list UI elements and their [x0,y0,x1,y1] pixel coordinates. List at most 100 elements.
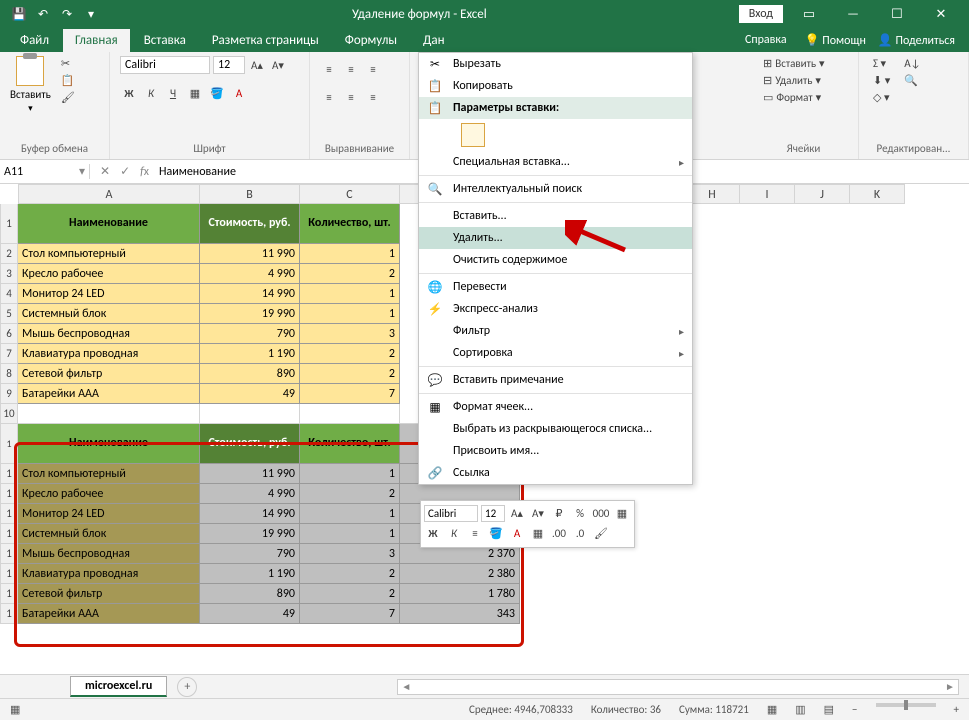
hdr-name[interactable]: Наименование [18,204,200,244]
col-head[interactable]: I [740,184,795,204]
formula-bar-value[interactable]: Наименование [159,165,236,179]
accept-icon[interactable]: ✓ [120,164,130,179]
tab-data[interactable]: Дан [411,29,457,52]
align-mid-icon[interactable]: ≡ [342,60,360,78]
mini-borders-icon[interactable]: ▦ [529,524,547,542]
copy-icon[interactable]: 📋 [57,73,79,88]
font-size-input[interactable] [213,56,245,74]
fx-icon[interactable]: fx [140,165,149,179]
ctx-paste-button[interactable] [419,119,692,151]
ctx-cut[interactable]: ✂Вырезать [419,53,692,75]
ctx-insert-comment[interactable]: 💬Вставить примечание [419,369,692,391]
add-sheet-button[interactable]: + [177,677,197,697]
mini-comma-icon[interactable]: 000 [592,504,610,522]
cells-format-button[interactable]: ▭ Формат ▾ [759,90,829,105]
ctx-filter[interactable]: Фильтр [419,320,692,342]
shrink-font-icon[interactable]: A▾ [269,56,287,74]
row-head[interactable]: 1 [0,204,18,244]
align-left-icon[interactable]: ≡ [320,88,338,106]
autosum-icon[interactable]: Σ ▾ [869,56,894,71]
redo-icon[interactable]: ↷ [58,5,76,23]
mini-bold[interactable]: Ж [424,524,442,542]
ctx-sort[interactable]: Сортировка [419,342,692,364]
undo-icon[interactable]: ↶ [34,5,52,23]
cancel-icon[interactable]: ✕ [100,164,110,179]
col-head[interactable]: B [200,184,300,204]
paste-dropdown-icon[interactable]: ▾ [28,103,33,114]
login-button[interactable]: Вход [739,5,783,23]
col-head[interactable]: J [795,184,850,204]
view-normal-icon[interactable]: ▦ [767,703,777,716]
ctx-format-cells[interactable]: ▦Формат ячеек... [419,396,692,418]
borders-icon[interactable]: ▦ [186,84,204,102]
save-icon[interactable]: 💾 [10,5,28,23]
qat-dropdown-icon[interactable]: ▾ [82,5,100,23]
scroll-left-icon[interactable]: ◄ [398,680,414,693]
find-icon[interactable]: 🔍 [900,73,924,88]
mini-italic[interactable]: К [445,524,463,542]
zoom-in-icon[interactable]: + [954,703,959,716]
horizontal-scrollbar[interactable]: ◄ ► [397,679,959,695]
col-head[interactable]: A [18,184,200,204]
view-pagebreak-icon[interactable]: ▤ [824,703,834,716]
mini-font-color-icon[interactable]: A [508,524,526,542]
ctx-delete[interactable]: Удалить... [419,227,692,249]
share-button[interactable]: 👤 Поделиться [878,33,955,48]
mini-align-icon[interactable]: ≡ [466,524,484,542]
ctx-copy[interactable]: 📋Копировать [419,75,692,97]
mini-currency-icon[interactable]: ₽ [550,504,568,522]
view-layout-icon[interactable]: ▥ [795,703,805,716]
zoom-slider[interactable] [876,703,936,707]
ctx-smart-lookup[interactable]: 🔍Интеллектуальный поиск [419,178,692,200]
sheet-tab-active[interactable]: microexcel.ru [70,676,167,697]
clear-icon[interactable]: ◇ ▾ [869,90,894,105]
cut-icon[interactable]: ✂ [57,56,79,71]
mini-cond-format-icon[interactable]: ▦ [613,504,631,522]
mini-font-size[interactable] [481,505,505,522]
tab-layout[interactable]: Разметка страницы [200,29,331,52]
close-icon[interactable]: ✕ [923,7,959,22]
col-head[interactable]: K [850,184,905,204]
col-head[interactable]: C [300,184,400,204]
grow-font-icon[interactable]: A▴ [248,56,266,74]
bold-button[interactable]: Ж [120,84,138,102]
ctx-paste-special[interactable]: Специальная вставка... [419,151,692,173]
ctx-pick-from-list[interactable]: Выбрать из раскрывающегося списка... [419,418,692,440]
zoom-out-icon[interactable]: − [852,703,857,716]
font-name-input[interactable] [120,56,210,74]
mini-dec-decimal-icon[interactable]: .0 [571,524,589,542]
mini-grow-font-icon[interactable]: A▴ [508,504,526,522]
macro-icon[interactable]: ▦ [10,703,20,716]
mini-font-name[interactable] [424,505,478,522]
align-right-icon[interactable]: ≡ [364,88,382,106]
cells-delete-button[interactable]: ⊟ Удалить ▾ [759,73,829,88]
font-color-icon[interactable]: A [230,84,248,102]
fill-icon[interactable]: ⬇ ▾ [869,73,894,88]
name-box[interactable]: A11▾ [0,164,90,179]
italic-button[interactable]: К [142,84,160,102]
hdr-cost[interactable]: Стоимость, руб. [200,204,300,244]
align-bot-icon[interactable]: ≡ [364,60,382,78]
ribbon-options-icon[interactable]: ▭ [791,7,827,22]
ctx-hyperlink[interactable]: 🔗Ссылка [419,462,692,484]
tab-help[interactable]: Справка [739,29,793,51]
underline-button[interactable]: Ч [164,84,182,102]
sort-filter-icon[interactable]: A↓ [900,56,924,71]
tab-insert[interactable]: Вставка [132,29,198,52]
mini-format-painter-icon[interactable]: 🖌 [592,524,610,542]
align-top-icon[interactable]: ≡ [320,60,338,78]
tab-home[interactable]: Главная [63,29,130,52]
ctx-clear[interactable]: Очистить содержимое [419,249,692,271]
mini-inc-decimal-icon[interactable]: .00 [550,524,568,542]
scroll-right-icon[interactable]: ► [942,680,958,693]
format-painter-icon[interactable]: 🖌 [57,90,79,105]
paste-button[interactable]: Вставить ▾ [10,56,51,114]
namebox-dropdown-icon[interactable]: ▾ [79,164,85,179]
tell-me-icon[interactable]: 💡 Помощн [805,33,866,48]
mini-fill-color-icon[interactable]: 🪣 [487,524,505,542]
mini-percent-icon[interactable]: % [571,504,589,522]
cells-insert-button[interactable]: ⊞ Вставить ▾ [759,56,829,71]
ctx-translate[interactable]: 🌐Перевести [419,276,692,298]
hdr-qty[interactable]: Количество, шт. [300,204,400,244]
maximize-icon[interactable]: ☐ [879,7,915,22]
